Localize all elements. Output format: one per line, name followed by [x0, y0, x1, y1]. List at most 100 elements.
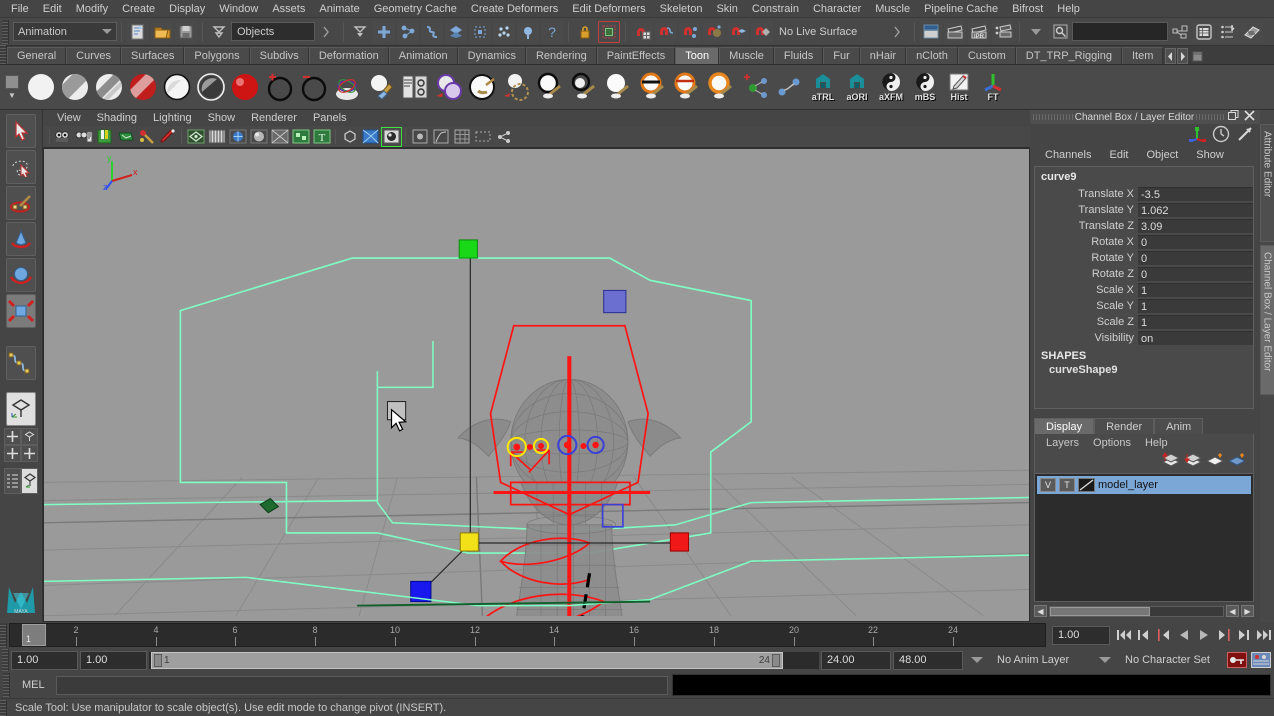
viewport-renderer-icon[interactable]: [361, 128, 380, 146]
viewport-menu-lighting[interactable]: Lighting: [145, 112, 200, 124]
shelf-tab-nhair[interactable]: nHair: [859, 47, 907, 64]
aori-icon[interactable]: aORI: [841, 68, 873, 106]
rotate-tool[interactable]: [6, 258, 36, 292]
shelf-tab-fur[interactable]: Fur: [823, 47, 860, 64]
shelf-tab-animation[interactable]: Animation: [388, 47, 458, 64]
move-tool[interactable]: [6, 222, 36, 256]
new-layer-from-selection-icon[interactable]: [1227, 452, 1247, 472]
toon-shader-white-icon[interactable]: [25, 68, 57, 106]
grid-toggle-icon[interactable]: [452, 128, 471, 146]
menu-item-create[interactable]: Create: [115, 2, 162, 16]
command-language-button[interactable]: MEL: [14, 679, 52, 691]
current-time-indicator[interactable]: 1: [22, 624, 46, 646]
grease-pencil-icon[interactable]: [158, 128, 177, 146]
surface-select-icon[interactable]: [445, 20, 467, 43]
cb-menu-show[interactable]: Show: [1187, 149, 1233, 161]
toon-shader-circle-white-icon[interactable]: [161, 68, 193, 106]
shelf-tab-surfaces[interactable]: Surfaces: [120, 47, 185, 64]
play-backwards-icon[interactable]: [1174, 625, 1194, 645]
channel-row[interactable]: Translate Y 1.062: [1035, 202, 1253, 218]
close-panel-icon[interactable]: [1244, 110, 1255, 124]
float-panel-icon[interactable]: [1228, 110, 1239, 124]
ipr-render-icon[interactable]: IPR: [968, 20, 990, 43]
scroll-right-icon[interactable]: ◀: [1226, 605, 1239, 617]
shape-node-name[interactable]: curveShape9: [1035, 363, 1253, 378]
selection-mask-field[interactable]: Objects: [231, 22, 315, 41]
save-scene-icon[interactable]: [175, 20, 197, 43]
share-icon[interactable]: [494, 128, 513, 146]
exposure-icon[interactable]: [410, 128, 429, 146]
perspective-viewport[interactable]: persp y x z: [43, 148, 1030, 622]
render-view-icon[interactable]: [920, 20, 942, 43]
toggle-state-icon[interactable]: [1212, 125, 1230, 146]
selection-hierarchy-mode-icon[interactable]: [349, 21, 371, 43]
lock-selection-icon[interactable]: [574, 21, 596, 43]
shelf-tab-polygons[interactable]: Polygons: [184, 47, 250, 64]
layer-row-model-layer[interactable]: V T model_layer: [1037, 476, 1251, 494]
hist-icon[interactable]: Hist: [943, 68, 975, 106]
channel-box-icon[interactable]: [1241, 20, 1263, 43]
play-forwards-icon[interactable]: [1194, 625, 1214, 645]
channel-row[interactable]: Translate X -3.5: [1035, 186, 1253, 202]
dynamics-select-icon[interactable]: [493, 20, 515, 43]
menu-item-skeleton[interactable]: Skeleton: [653, 2, 710, 16]
tool-settings-icon[interactable]: [1217, 20, 1239, 43]
current-frame-field[interactable]: 1.00: [1052, 625, 1110, 645]
anim-layer-label[interactable]: No Anim Layer: [991, 654, 1091, 666]
xray-joints-icon[interactable]: T: [312, 128, 331, 146]
toon-outline-orange-a-icon[interactable]: [637, 68, 669, 106]
step-back-frame-icon[interactable]: [1134, 625, 1154, 645]
four-view-layout[interactable]: [4, 428, 21, 445]
channel-value[interactable]: 1: [1138, 315, 1253, 329]
character-set-label[interactable]: No Character Set: [1119, 654, 1224, 666]
misc-select-icon[interactable]: ?: [541, 20, 563, 43]
single-perspective-layout[interactable]: [6, 392, 36, 426]
menu-item-help[interactable]: Help: [1050, 2, 1087, 16]
last-used-tool[interactable]: [6, 346, 36, 380]
command-line-gripper[interactable]: [3, 673, 10, 697]
gamma-icon[interactable]: [431, 128, 450, 146]
menu-item-pipeline-cache[interactable]: Pipeline Cache: [917, 2, 1005, 16]
snap-to-grid-icon[interactable]: [631, 20, 653, 43]
selection-mask-expand-icon[interactable]: [316, 21, 338, 43]
isolate-select-icon[interactable]: [340, 128, 359, 146]
hardware-texture-icon[interactable]: [228, 128, 247, 146]
step-forward-frame-icon[interactable]: [1234, 625, 1254, 645]
layer-menu-options[interactable]: Options: [1086, 437, 1138, 449]
scroll-left-icon[interactable]: ◀: [1034, 605, 1047, 617]
viewport-menu-renderer[interactable]: Renderer: [243, 112, 305, 124]
layer-list[interactable]: V T model_layer: [1034, 473, 1254, 602]
toggle-editor-icon[interactable]: [1025, 21, 1047, 43]
menu-item-edit-deformers[interactable]: Edit Deformers: [565, 2, 652, 16]
character-set-chevron-down-icon[interactable]: [1099, 657, 1111, 663]
shelf-tab-custom[interactable]: Custom: [957, 47, 1016, 64]
menu-item-window[interactable]: Window: [212, 2, 265, 16]
cb-menu-object[interactable]: Object: [1137, 149, 1187, 161]
channel-row[interactable]: Scale Y 1: [1035, 298, 1253, 314]
command-response-field[interactable]: [672, 674, 1271, 696]
toon-paint-effects-brush-icon[interactable]: [331, 68, 363, 106]
two-pane-side-layout[interactable]: [4, 445, 21, 462]
layer-menu-layers[interactable]: Layers: [1039, 437, 1086, 449]
menu-item-create-deformers[interactable]: Create Deformers: [464, 2, 565, 16]
channel-value[interactable]: 3.09: [1138, 219, 1253, 233]
channel-value[interactable]: 0: [1138, 251, 1253, 265]
scroll-right-icon-2[interactable]: ▶: [1241, 605, 1254, 617]
channel-value[interactable]: 1.062: [1138, 203, 1253, 217]
shelf-tab-dt-trp-rigging[interactable]: DT_TRP_Rigging: [1015, 47, 1122, 64]
toon-shader-light-angle-icon[interactable]: [59, 68, 91, 106]
channel-row[interactable]: Scale X 1: [1035, 282, 1253, 298]
make-live-icon[interactable]: [751, 20, 773, 43]
wireframe-icon[interactable]: [186, 128, 205, 146]
viewport-menu-shading[interactable]: Shading: [89, 112, 145, 124]
layer-menu-help[interactable]: Help: [1138, 437, 1175, 449]
snap-to-point-icon[interactable]: [679, 20, 701, 43]
channel-row[interactable]: Rotate Z 0: [1035, 266, 1253, 282]
toon-outline-orange-c-icon[interactable]: [705, 68, 737, 106]
layer-name[interactable]: model_layer: [1098, 479, 1158, 491]
horizontal-scrollbar[interactable]: [1049, 605, 1224, 617]
menu-item-muscle[interactable]: Muscle: [868, 2, 917, 16]
rendering-select-icon[interactable]: [517, 20, 539, 43]
two-d-pan-zoom-icon[interactable]: [137, 128, 156, 146]
camera-attributes-icon[interactable]: [74, 128, 93, 146]
